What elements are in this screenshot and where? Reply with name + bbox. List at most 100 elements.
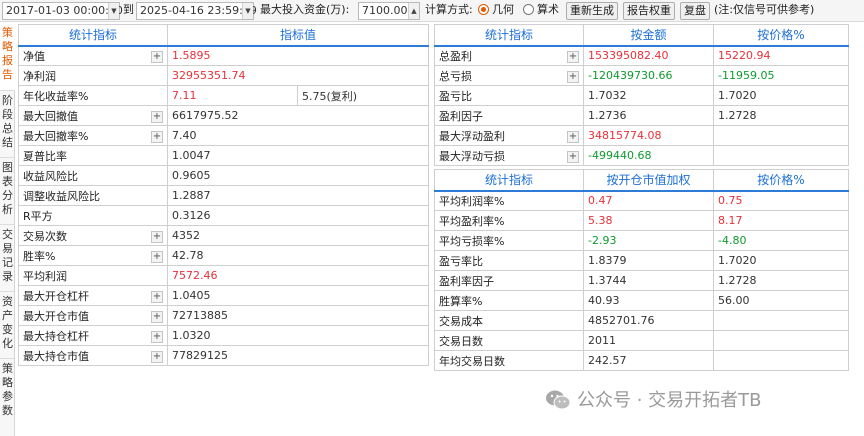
tab-strategy-params[interactable]: 策 略 参 数	[0, 359, 15, 436]
spinner-icon[interactable]: ▲	[408, 3, 419, 19]
weighted-value-cell: 1.3744	[583, 270, 714, 291]
price-value-cell	[713, 145, 849, 166]
metric-value-cell: 1.0405	[166, 285, 430, 306]
calc-option-label: 算术	[537, 3, 559, 16]
start-date-picker[interactable]: 2017-01-03 00:00:00 ▼	[2, 2, 123, 20]
metric-label-cell: 平均亏损率%	[434, 230, 584, 251]
end-date-picker[interactable]: 2025-04-16 23:59:59 ▼	[136, 2, 257, 20]
tab-trade-records[interactable]: 交 易 记 录	[0, 225, 15, 292]
metric-label-cell: 胜算率%	[434, 290, 584, 311]
strategy-metrics-table: 统计指标 指标值 净值 +1.5895 净利润 32955351.74 年化收益率% 7.…	[18, 24, 430, 366]
max-capital-input[interactable]: 7100.00 ▲	[358, 2, 420, 20]
watermark: 公众号 · 交易开拓者TB	[545, 388, 762, 414]
metric-label-cell: 胜率% +	[18, 245, 168, 266]
tab-chart-analysis[interactable]: 图 表 分 析	[0, 158, 15, 225]
signal-note: (注:仅信号可供参考)	[714, 3, 815, 16]
tab-char: 策	[2, 26, 13, 39]
metric-value-cell: 1.0047	[166, 145, 430, 166]
tab-asset-changes[interactable]: 资 产 变 化	[0, 292, 15, 359]
column-header-metric: 统计指标	[18, 24, 168, 47]
amount-value-cell: 1.2736	[583, 105, 714, 126]
metric-label: 最大持仓市值	[23, 349, 89, 363]
metric-label: 年化收益率%	[23, 89, 89, 103]
table-row: 最大持仓杠杆 +1.0320	[18, 325, 430, 346]
metric-value-cell: 77829125	[166, 345, 430, 366]
metric-label: 净利润	[23, 69, 56, 83]
expand-plus-icon[interactable]: +	[567, 130, 579, 143]
profit-loss-body: 总盈利 +153395082.40 15220.94 总亏损 + -120439730.6…	[434, 45, 849, 166]
expand-plus-icon[interactable]: +	[151, 230, 163, 243]
radio-selected-icon[interactable]	[478, 4, 489, 15]
tab-strategy-report[interactable]: 策 略 报 告	[0, 23, 15, 91]
strategy-metrics-body: 净值 +1.5895 净利润 32955351.74 年化收益率% 7.11 5.75(复利…	[18, 45, 430, 366]
tab-char: 参	[2, 390, 13, 403]
report-weight-button[interactable]: 报告权重	[623, 2, 675, 20]
expand-plus-icon[interactable]: +	[567, 150, 579, 163]
tab-char: 略	[2, 376, 13, 389]
tab-char: 交	[2, 228, 13, 241]
column-header-metric: 统计指标	[434, 169, 584, 192]
expand-plus-icon[interactable]: +	[567, 70, 579, 83]
table-row: 最大开仓杠杆 +1.0405	[18, 285, 430, 306]
price-value-cell: 1.7020	[713, 250, 849, 271]
table-row: 平均亏损率% -2.93 -4.80	[434, 230, 849, 251]
table-row: 夏普比率 1.0047	[18, 145, 430, 166]
tab-char: 告	[2, 68, 13, 81]
metric-label: 平均利润率%	[439, 194, 505, 208]
metric-label-cell: 盈利率因子	[434, 270, 584, 291]
column-header-by-price: 按价格%	[713, 24, 849, 47]
metric-label: 交易日数	[439, 334, 483, 348]
metric-value-cell: 1.2887	[166, 185, 430, 206]
price-value-cell	[713, 330, 849, 351]
end-date-value: 2025-04-16 23:59:59	[140, 4, 257, 17]
weighted-value-cell: -2.93	[583, 230, 714, 251]
tab-char: 易	[2, 242, 13, 255]
metric-label-cell: 净值 +	[18, 45, 168, 66]
weighted-value-cell: 242.57	[583, 350, 714, 371]
chevron-down-icon[interactable]: ▼	[108, 3, 119, 19]
table-row: 净值 +1.5895	[18, 45, 430, 66]
table-row: 平均盈利率% 5.38 8.17	[434, 210, 849, 231]
metric-label: 交易次数	[23, 229, 67, 243]
expand-plus-icon[interactable]: +	[151, 50, 163, 63]
tab-char: 产	[2, 309, 13, 322]
metric-label-cell: 最大回撤率% +	[18, 125, 168, 146]
metric-value-cell: 7.40	[166, 125, 430, 146]
price-value-cell: 8.17	[713, 210, 849, 231]
metric-value-cell: 72713885	[166, 305, 430, 326]
radio-unselected-icon[interactable]	[523, 4, 534, 15]
expand-plus-icon[interactable]: +	[151, 110, 163, 123]
metric-label: 盈亏率比	[439, 254, 483, 268]
vertical-tab-bar: 策 略 报 告 阶 段 总 结 图 表 分 析 交 易 记 录 资 产 变 化 …	[0, 23, 15, 436]
column-header-by-price: 按价格%	[713, 169, 849, 192]
price-value-cell	[713, 310, 849, 331]
expand-plus-icon[interactable]: +	[151, 290, 163, 303]
table-row: 净利润 32955351.74	[18, 65, 430, 86]
calc-option-arithmetic[interactable]: 算术	[523, 2, 559, 20]
expand-plus-icon[interactable]: +	[151, 350, 163, 363]
amount-value-cell: 1.7032	[583, 85, 714, 106]
expand-plus-icon[interactable]: +	[151, 130, 163, 143]
metric-value-cell: 7.11	[167, 85, 298, 106]
tab-char: 分	[2, 189, 13, 202]
table-header-row: 统计指标 指标值	[18, 24, 430, 47]
metric-label-cell: 最大开仓杠杆 +	[18, 285, 168, 306]
table-row: 平均利润 7572.46	[18, 265, 430, 286]
metric-label: 胜算率%	[439, 294, 483, 308]
column-header-metric: 统计指标	[434, 24, 584, 47]
weighted-value-cell: 40.93	[583, 290, 714, 311]
tab-stage-summary[interactable]: 阶 段 总 结	[0, 91, 15, 158]
metric-label: 最大持仓杠杆	[23, 329, 89, 343]
metric-label: R平方	[23, 209, 53, 223]
expand-plus-icon[interactable]: +	[567, 50, 579, 63]
chevron-down-icon[interactable]: ▼	[242, 3, 253, 19]
expand-plus-icon[interactable]: +	[151, 250, 163, 263]
calc-option-geometric[interactable]: 几何	[478, 2, 514, 20]
replay-button[interactable]: 复盘	[680, 2, 710, 20]
regenerate-button[interactable]: 重新生成	[566, 2, 618, 20]
expand-plus-icon[interactable]: +	[151, 310, 163, 323]
expand-plus-icon[interactable]: +	[151, 330, 163, 343]
metric-label-cell: 盈亏比	[434, 85, 584, 106]
metric-value-cell: 32955351.74	[166, 65, 430, 86]
table-row: 平均利润率% 0.47 0.75	[434, 190, 849, 211]
